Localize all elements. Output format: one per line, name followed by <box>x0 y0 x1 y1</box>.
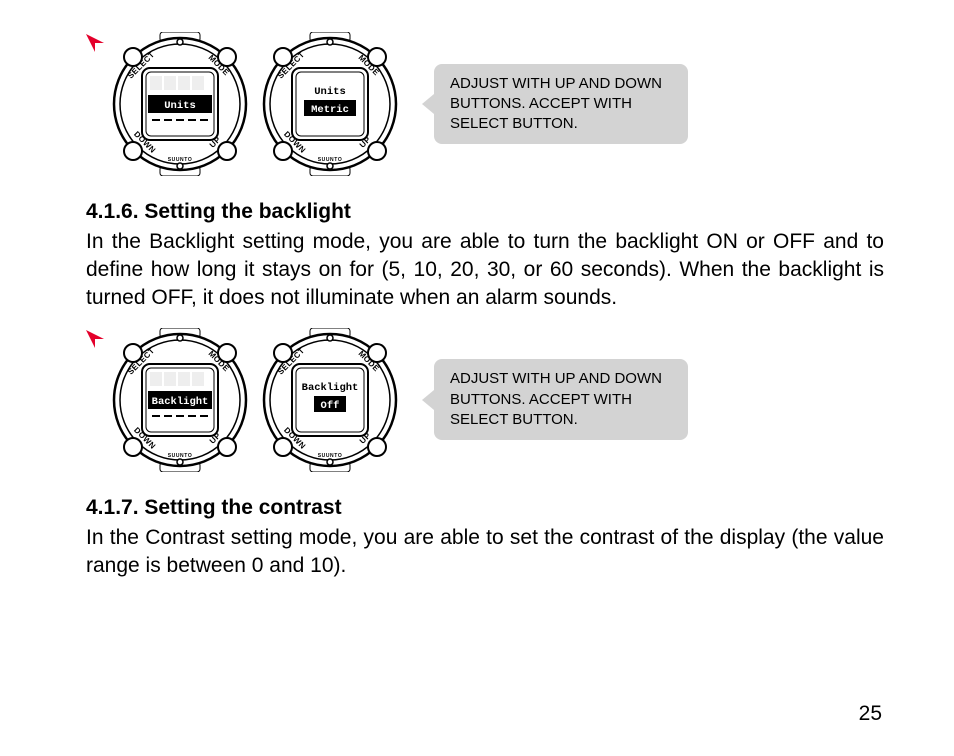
watch-backlight-2: SELECT MODE DOWN UP Backlight Off SUUNTO <box>258 328 402 472</box>
backlight-watches: SELECT MODE DOWN UP Backlight SUUNTO <box>108 328 402 472</box>
svg-text:Backlight: Backlight <box>152 396 209 408</box>
red-arrow-icon <box>86 34 104 52</box>
svg-text:SUUNTO: SUUNTO <box>168 157 193 163</box>
watch-units-2: SELECT MODE DOWN UP Units Metric SUUNTO <box>258 32 402 176</box>
body-4-1-7: In the Contrast setting mode, you are ab… <box>86 524 884 580</box>
svg-text:SUUNTO: SUUNTO <box>318 453 343 459</box>
callout-text: ADJUST WITH UP AND DOWN BUTTONS. ACCEPT … <box>450 370 662 428</box>
svg-text:Units: Units <box>164 100 196 112</box>
svg-text:SUUNTO: SUUNTO <box>168 453 193 459</box>
callout-text: ADJUST WITH UP AND DOWN BUTTONS. ACCEPT … <box>450 75 662 133</box>
svg-text:Off: Off <box>321 400 340 412</box>
red-arrow-icon <box>86 330 104 348</box>
body-4-1-6: In the Backlight setting mode, you are a… <box>86 228 884 312</box>
figure-backlight: SELECT MODE DOWN UP Backlight SUUNTO <box>86 328 884 472</box>
figure-units: SELECT MODE DOWN UP Units SUUNTO <box>86 32 884 176</box>
units-watches: SELECT MODE DOWN UP Units SUUNTO <box>108 32 402 176</box>
heading-4-1-6: 4.1.6. Setting the backlight <box>86 200 884 224</box>
watch-backlight-1: SELECT MODE DOWN UP Backlight SUUNTO <box>108 328 252 472</box>
heading-4-1-7: 4.1.7. Setting the contrast <box>86 496 884 520</box>
page-number: 25 <box>859 702 882 726</box>
callout-backlight: ADJUST WITH UP AND DOWN BUTTONS. ACCEPT … <box>434 359 688 440</box>
callout-units: ADJUST WITH UP AND DOWN BUTTONS. ACCEPT … <box>434 64 688 145</box>
svg-text:Backlight: Backlight <box>302 382 359 394</box>
watch-units-1: SELECT MODE DOWN UP Units SUUNTO <box>108 32 252 176</box>
svg-text:Units: Units <box>314 86 346 98</box>
svg-text:SUUNTO: SUUNTO <box>318 157 343 163</box>
svg-text:Metric: Metric <box>311 104 349 116</box>
manual-page: SELECT MODE DOWN UP Units SUUNTO <box>0 0 954 756</box>
